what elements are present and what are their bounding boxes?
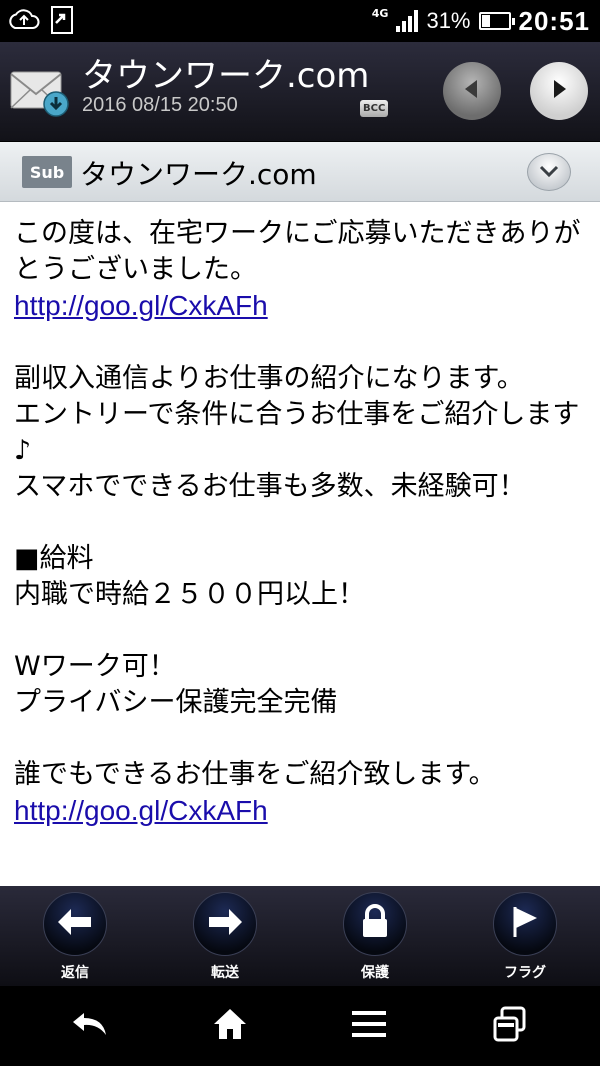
forward-button[interactable]: 転送 [185,892,265,982]
exit-icon [50,5,76,39]
flag-label: フラグ [504,965,546,981]
body-text: プライバシー保護完全完備 [14,687,338,718]
status-bar: 4G 31% 20:51 [0,0,600,42]
body-text: 副収入通信よりお仕事の紹介になります。 [14,363,524,394]
protect-button[interactable]: 保護 [335,892,415,982]
protect-label: 保護 [361,965,389,981]
home-button[interactable] [210,1006,250,1046]
system-nav-bar [0,986,600,1066]
body-text: スマホでできるお仕事も多数、未経験可！ [14,471,526,502]
mail-header: タウンワーク.com 2016 08/15 20:50 BCC [0,42,600,142]
message-body: この度は、在宅ワークにご応募いただきありがとうございました。 http://go… [0,202,600,886]
flag-icon [510,905,540,943]
mail-envelope-icon [10,70,69,117]
recent-apps-button[interactable] [490,1006,530,1046]
body-link[interactable]: http://goo.gl/CxkAFh [14,290,268,321]
lock-icon [359,904,391,944]
home-icon [212,1007,248,1045]
body-text: Wワーク可！ [14,651,176,682]
back-button[interactable] [70,1006,110,1046]
recent-apps-icon [492,1006,528,1046]
forward-arrow-icon [205,906,245,942]
back-icon [70,1009,110,1043]
subject-badge: Sub [22,156,72,188]
menu-icon [351,1009,387,1043]
bcc-badge: BCC [360,100,389,117]
prev-arrow-icon [460,77,484,105]
next-message-button[interactable] [530,62,588,120]
subject-text: タウンワーク.com [80,158,317,191]
body-text: 内職で時給２５００円以上！ [14,579,365,610]
reply-arrow-icon [55,906,95,942]
battery-percent: 31% [426,8,471,33]
cloud-icon [6,6,42,38]
subject-bar: Sub タウンワーク.com [0,142,600,202]
body-text: この度は、在宅ワークにご応募いただきありがとうございました。 [14,218,581,285]
network-type: 4G [371,6,389,20]
reply-button[interactable]: 返信 [35,892,115,982]
body-text: 誰でもできるお仕事をご紹介致します。 [14,759,496,790]
status-left-icons [6,5,76,39]
received-date: 2016 08/15 20:50 [82,94,238,116]
expand-header-button[interactable] [527,153,571,191]
signal-icon [396,10,419,32]
reply-label: 返信 [61,965,89,981]
flag-button[interactable]: フラグ [485,892,565,982]
action-bar: 返信 転送 保護 フラグ [0,886,600,986]
status-right-icons: 4G 31% 20:51 [372,4,590,38]
body-text: ■給料 [14,543,94,574]
menu-button[interactable] [349,1006,389,1046]
battery-icon [478,12,515,30]
sender-name: タウンワーク.com [82,56,370,96]
body-text: エントリーで条件に合うお仕事をご紹介します♪ [14,399,580,466]
chevron-down-icon [538,163,560,182]
forward-label: 転送 [211,965,239,981]
body-link[interactable]: http://goo.gl/CxkAFh [14,795,268,826]
prev-message-button[interactable] [443,62,501,120]
clock: 20:51 [518,5,590,36]
next-arrow-icon [547,77,571,105]
